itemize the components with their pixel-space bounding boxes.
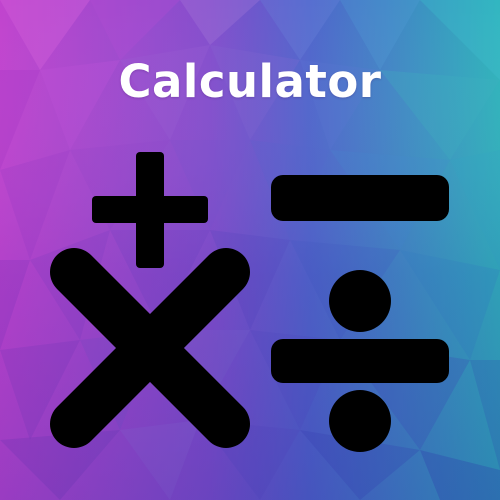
plus-icon: [92, 152, 208, 268]
divide-icon: [271, 270, 449, 452]
multiply-icon: [50, 248, 250, 448]
app-icon-canvas: Calculator: [0, 0, 500, 500]
operator-icons: [50, 152, 449, 452]
minus-icon: [271, 175, 449, 221]
